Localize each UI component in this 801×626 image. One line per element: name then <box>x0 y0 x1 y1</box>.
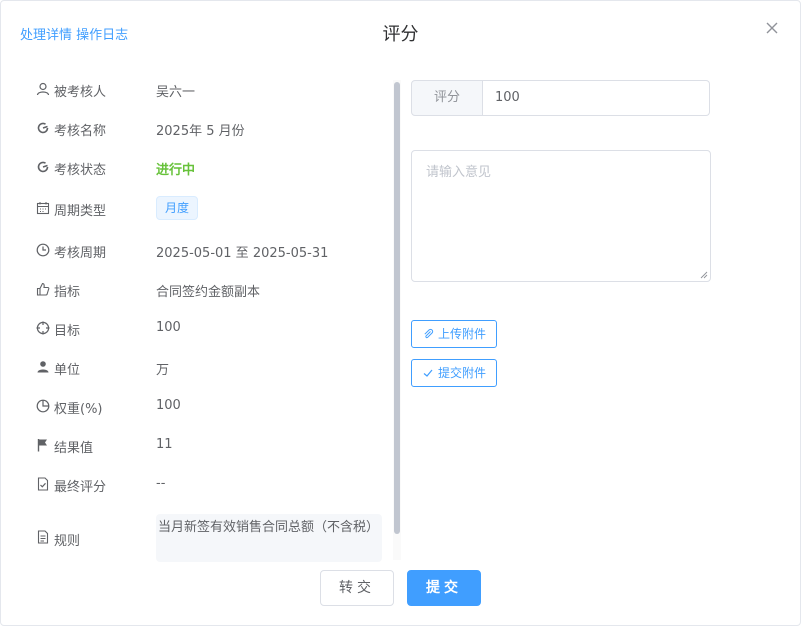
flag-icon <box>37 439 47 452</box>
field-label: 单位 <box>54 363 81 378</box>
document-icon <box>37 530 49 544</box>
field-value: 100 <box>156 398 181 413</box>
rule-text: 当月新签有效销售合同总额（不含税） <box>156 514 382 562</box>
field-label: 考核名称 <box>54 124 107 139</box>
field-value: 11 <box>156 437 173 452</box>
field-label: 权重(%) <box>54 402 103 417</box>
field-label: 规则 <box>54 534 81 549</box>
user-icon <box>36 82 50 96</box>
field-result: 结果值 11 <box>20 435 390 457</box>
field-label: 周期类型 <box>54 204 107 219</box>
field-value: 万 <box>156 363 170 378</box>
field-period: 考核周期 2025-05-01 至 2025-05-31 <box>20 240 390 262</box>
field-value: 吴六一 <box>156 85 196 100</box>
thumb-icon <box>36 282 50 296</box>
field-rule: 规则 当月新签有效销售合同总额（不含税） <box>20 514 390 562</box>
field-label: 考核状态 <box>54 163 107 178</box>
close-icon[interactable] <box>764 20 780 36</box>
status-value: 进行中 <box>156 163 196 178</box>
refresh-icon <box>37 161 49 173</box>
field-assessee: 被考核人 吴六一 <box>20 79 390 101</box>
field-value: 2025年 5 月份 <box>156 124 245 139</box>
paperclip-icon <box>424 328 434 339</box>
opinion-textarea[interactable]: 请输入意见 <box>411 150 711 282</box>
field-value: 2025-05-01 至 2025-05-31 <box>156 246 329 261</box>
person-icon <box>37 361 49 373</box>
field-label: 考核周期 <box>54 246 107 261</box>
score-input-group: 评分 100 <box>411 80 711 116</box>
field-label: 目标 <box>54 324 81 339</box>
submit-button[interactable]: 提交 <box>407 570 481 606</box>
dialog-header: 处理详情 操作日志 评分 <box>0 0 801 66</box>
transfer-button[interactable]: 转交 <box>320 570 394 606</box>
submit-attachment-button[interactable]: 提交附件 <box>411 359 498 387</box>
field-value: 合同签约金额副本 <box>156 285 261 300</box>
field-indicator: 指标 合同签约金额副本 <box>20 279 390 301</box>
dialog-title: 评分 <box>382 24 419 45</box>
field-status: 考核状态 进行中 <box>20 157 390 179</box>
pie-icon <box>36 399 50 413</box>
upload-label: 上传附件 <box>438 327 487 341</box>
refresh-icon <box>37 122 49 134</box>
field-unit: 单位 万 <box>20 357 390 379</box>
opinion-placeholder: 请输入意见 <box>426 165 492 180</box>
target-icon <box>36 321 50 335</box>
field-final-score: 最终评分 -- <box>20 474 390 496</box>
submit-attachment-label: 提交附件 <box>438 366 487 380</box>
detail-panel: 被考核人 吴六一 考核名称 2025年 5 月份 考核状态 进行中 周期类型 月… <box>20 66 400 566</box>
field-target: 目标 100 <box>20 318 390 340</box>
field-label: 结果值 <box>54 441 94 456</box>
score-input[interactable]: 100 <box>481 80 710 116</box>
field-label: 最终评分 <box>54 480 107 495</box>
field-period-type: 周期类型 月度 <box>20 196 390 220</box>
field-label: 指标 <box>54 285 81 300</box>
check-icon <box>423 369 433 377</box>
upload-attachment-button[interactable]: 上传附件 <box>411 320 498 348</box>
field-assessment-name: 考核名称 2025年 5 月份 <box>20 118 390 140</box>
doc-check-icon <box>37 477 49 491</box>
clock-icon <box>36 243 50 257</box>
field-value: -- <box>156 476 166 491</box>
calendar-icon <box>36 202 50 215</box>
score-prefix: 评分 <box>411 80 483 116</box>
field-value: 100 <box>156 320 181 335</box>
resize-handle-icon[interactable] <box>700 271 708 279</box>
scrollbar-thumb[interactable] <box>394 82 400 534</box>
field-label: 被考核人 <box>54 85 107 100</box>
field-weight: 权重(%) 100 <box>20 396 390 418</box>
period-type-badge: 月度 <box>156 196 199 220</box>
